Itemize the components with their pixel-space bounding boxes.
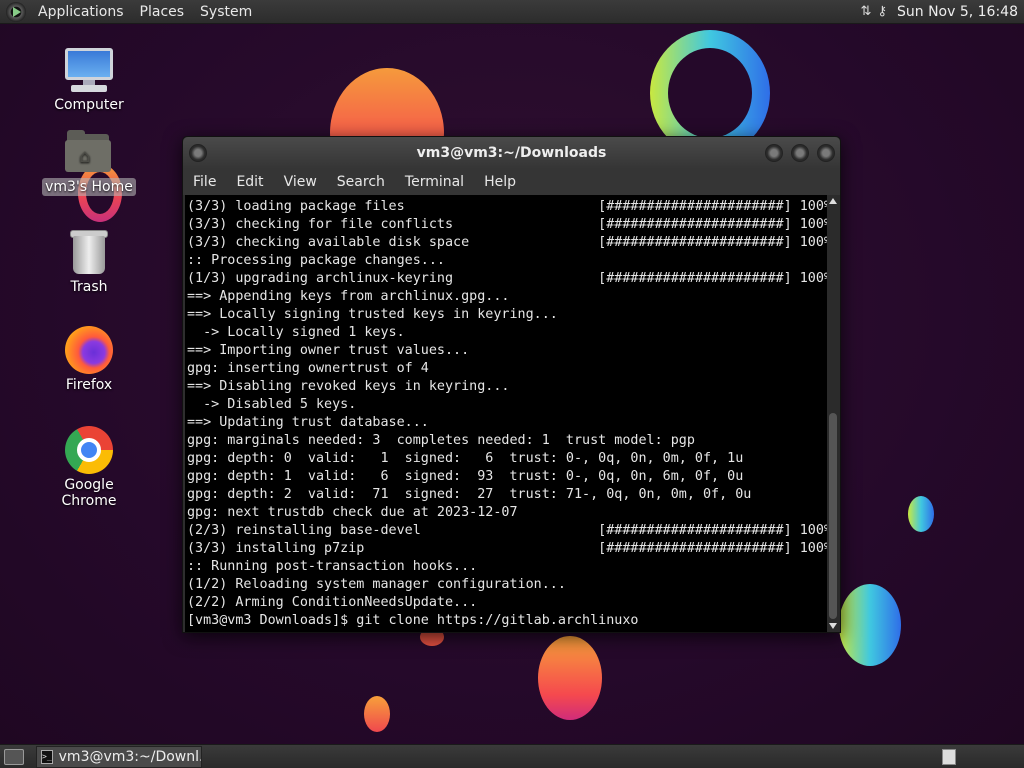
terminal-line: :: Processing package changes... — [187, 253, 445, 268]
terminal-line: (1/2) Reloading system manager configura… — [187, 577, 566, 592]
terminal-line: gpg: inserting ownertrust of 4 — [187, 361, 429, 376]
menu-file[interactable]: File — [183, 174, 226, 190]
terminal-line: (3/3) loading package files [###########… — [187, 199, 827, 214]
window-title: vm3@vm3:~/Downloads — [416, 145, 607, 161]
window-titlebar[interactable]: vm3@vm3:~/Downloads — [183, 137, 840, 169]
menu-help[interactable]: Help — [474, 174, 526, 190]
terminal-line: (3/3) installing p7zip [################… — [187, 541, 827, 556]
terminal-line: -> Locally signed 1 keys. — [187, 325, 405, 340]
menu-view[interactable]: View — [274, 174, 327, 190]
computer-icon — [65, 46, 113, 94]
terminal-line: (2/2) Arming ConditionNeedsUpdate... — [187, 595, 478, 610]
network-icon[interactable]: ⇅ — [861, 4, 872, 19]
close-button[interactable] — [817, 144, 835, 162]
maximize-button[interactable] — [791, 144, 809, 162]
menu-system[interactable]: System — [192, 0, 260, 24]
wallpaper-orange-blob — [538, 636, 602, 720]
taskbar-window-button[interactable]: >_ vm3@vm3:~/Downl... — [36, 745, 202, 768]
window-menu-button[interactable] — [189, 144, 207, 162]
key-icon[interactable]: ⚷ — [877, 4, 887, 19]
chrome-icon — [65, 426, 113, 474]
desktop-icon-label: Firefox — [65, 377, 113, 393]
terminal-line: (3/3) checking available disk space [###… — [187, 235, 827, 250]
terminal-line: gpg: depth: 2 valid: 71 signed: 27 trust… — [187, 487, 752, 502]
terminal-icon: >_ — [41, 749, 53, 764]
terminal-scrollbar[interactable] — [827, 195, 840, 632]
terminal-line: gpg: depth: 1 valid: 6 signed: 93 trust:… — [187, 469, 744, 484]
wallpaper-blue-blob — [908, 496, 934, 532]
desktop-icon-label: Trash — [70, 279, 108, 295]
bottom-panel: >_ vm3@vm3:~/Downl... — [0, 744, 1024, 768]
terminal-line: gpg: depth: 0 valid: 1 signed: 6 trust: … — [187, 451, 744, 466]
wallpaper-blue-blob — [839, 584, 901, 666]
main-menu-logo-icon[interactable] — [6, 1, 26, 22]
desktop-icon-trash[interactable]: Trash — [34, 228, 144, 296]
trash-icon — [65, 228, 113, 276]
home-folder-icon: ⌂ — [65, 128, 113, 176]
scrollbar-thumb[interactable] — [829, 413, 837, 619]
firefox-icon — [65, 326, 113, 374]
wallpaper-orange-blob — [364, 696, 390, 732]
menu-applications[interactable]: Applications — [30, 0, 132, 24]
terminal-line: ==> Importing owner trust values... — [187, 343, 470, 358]
desktop-icon-label: Google Chrome — [61, 477, 117, 509]
desktop-icon-computer[interactable]: Computer — [34, 46, 144, 114]
show-desktop-icon[interactable] — [4, 748, 24, 765]
terminal-window[interactable]: vm3@vm3:~/Downloads File Edit View Searc… — [182, 136, 841, 633]
terminal-line: ==> Disabling revoked keys in keyring... — [187, 379, 510, 394]
desktop-icon-home[interactable]: ⌂ vm3's Home — [34, 128, 144, 196]
terminal-menubar: File Edit View Search Terminal Help — [183, 169, 840, 195]
desktop-icon-label: vm3's Home — [42, 178, 136, 196]
terminal-output[interactable]: (3/3) loading package files [###########… — [185, 195, 827, 632]
terminal-line: gpg: next trustdb check due at 2023-12-0… — [187, 505, 518, 520]
terminal-line: (2/3) reinstalling base-devel [#########… — [187, 523, 827, 538]
menu-edit[interactable]: Edit — [226, 174, 273, 190]
menu-terminal[interactable]: Terminal — [395, 174, 474, 190]
clock[interactable]: Sun Nov 5, 16:48 — [897, 4, 1018, 20]
terminal-line: gpg: marginals needed: 3 completes neede… — [187, 433, 695, 448]
terminal-line: ==> Appending keys from archlinux.gpg... — [187, 289, 510, 304]
workspace-switcher[interactable] — [942, 748, 956, 765]
desktop-icon-chrome[interactable]: Google Chrome — [34, 426, 144, 510]
menu-search[interactable]: Search — [327, 174, 395, 190]
system-tray: ⇅ ⚷ Sun Nov 5, 16:48 — [861, 4, 1024, 20]
scroll-up-icon[interactable] — [829, 198, 837, 204]
taskbar-window-label: vm3@vm3:~/Downl... — [58, 748, 202, 765]
top-panel: Applications Places System ⇅ ⚷ Sun Nov 5… — [0, 0, 1024, 24]
desktop-icon-firefox[interactable]: Firefox — [34, 326, 144, 394]
terminal-line: -> Disabled 5 keys. — [187, 397, 357, 412]
terminal-line: (1/3) upgrading archlinux-keyring [#####… — [187, 271, 827, 286]
minimize-button[interactable] — [765, 144, 783, 162]
terminal-line: :: Running post-transaction hooks... — [187, 559, 478, 574]
terminal-line: ==> Locally signing trusted keys in keyr… — [187, 307, 558, 322]
menu-places[interactable]: Places — [132, 0, 193, 24]
desktop-icon-label: Computer — [54, 97, 124, 113]
terminal-prompt-line[interactable]: [vm3@vm3 Downloads]$ git clone https://g… — [187, 612, 827, 630]
terminal-line: ==> Updating trust database... — [187, 415, 429, 430]
scroll-down-icon[interactable] — [829, 623, 837, 629]
terminal-line: (3/3) checking for file conflicts [#####… — [187, 217, 827, 232]
